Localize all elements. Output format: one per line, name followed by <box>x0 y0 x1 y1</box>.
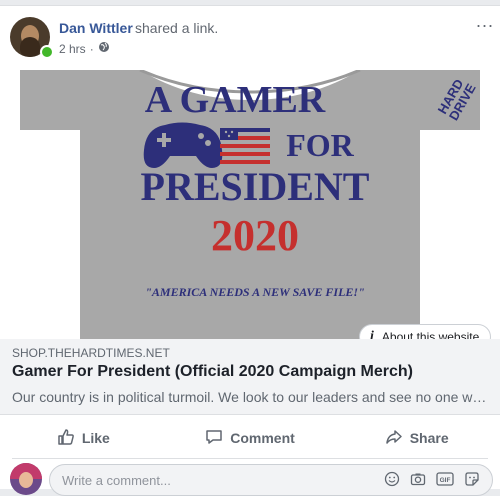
comment-tools: GIF <box>384 471 480 492</box>
share-label: Share <box>409 430 449 446</box>
avatar-face <box>19 472 33 488</box>
emoji-icon[interactable] <box>384 471 400 492</box>
actions-divider <box>12 458 488 459</box>
sticker-icon[interactable] <box>464 471 480 492</box>
share-icon <box>385 428 403 449</box>
thumbs-up-icon <box>57 428 75 449</box>
avatar-beard <box>20 37 40 57</box>
comment-placeholder: Write a comment... <box>62 473 171 488</box>
comment-icon <box>205 428 223 449</box>
tshirt-graphic: HARD DRIVE A GAMER FOR PRESIDENT 2020 "A… <box>20 70 480 339</box>
author-name[interactable]: Dan Wittler <box>59 20 133 36</box>
viewer-avatar[interactable] <box>10 463 42 495</box>
meta-separator: · <box>89 41 94 56</box>
comment-label: Comment <box>230 430 295 446</box>
link-preview-image[interactable]: HARD DRIVE A GAMER FOR PRESIDENT 2020 "A… <box>0 70 500 339</box>
globe-icon[interactable] <box>98 41 110 56</box>
link-description: Our country is in political turmoil. We … <box>12 389 488 405</box>
post-actions: Like Comment Share <box>0 420 500 456</box>
shirt-tagline: "AMERICA NEEDS A NEW SAVE FILE!" <box>145 285 365 299</box>
shirt-line-4: 2020 <box>211 211 299 260</box>
more-icon: ... <box>476 11 495 31</box>
comment-input[interactable]: Write a comment... GIF <box>49 464 493 496</box>
shirt-line-2: FOR <box>286 127 354 163</box>
gif-icon[interactable]: GIF <box>436 471 454 492</box>
camera-icon[interactable] <box>410 471 426 492</box>
like-label: Like <box>81 430 110 446</box>
shirt-line-1: A GAMER <box>145 79 326 121</box>
link-domain: SHOP.THEHARDTIMES.NET <box>12 346 170 360</box>
post-meta: 2 hrs · <box>59 41 110 56</box>
link-title[interactable]: Gamer For President (Official 2020 Campa… <box>12 363 413 381</box>
comment-button[interactable]: Comment <box>167 420 334 456</box>
more-options-button[interactable]: ... <box>476 12 494 30</box>
post-timestamp[interactable]: 2 hrs <box>59 42 86 56</box>
like-button[interactable]: Like <box>0 420 167 456</box>
share-button[interactable]: Share <box>333 420 500 456</box>
gif-label: GIF <box>440 477 451 484</box>
shirt-line-3: PRESIDENT <box>141 164 370 209</box>
online-status-dot <box>40 45 54 59</box>
post-action-text: shared a link. <box>135 20 219 36</box>
link-caption[interactable]: SHOP.THEHARDTIMES.NET Gamer For Presiden… <box>0 339 500 415</box>
post-card: Dan Wittler shared a link. 2 hrs · ... H… <box>0 5 500 496</box>
